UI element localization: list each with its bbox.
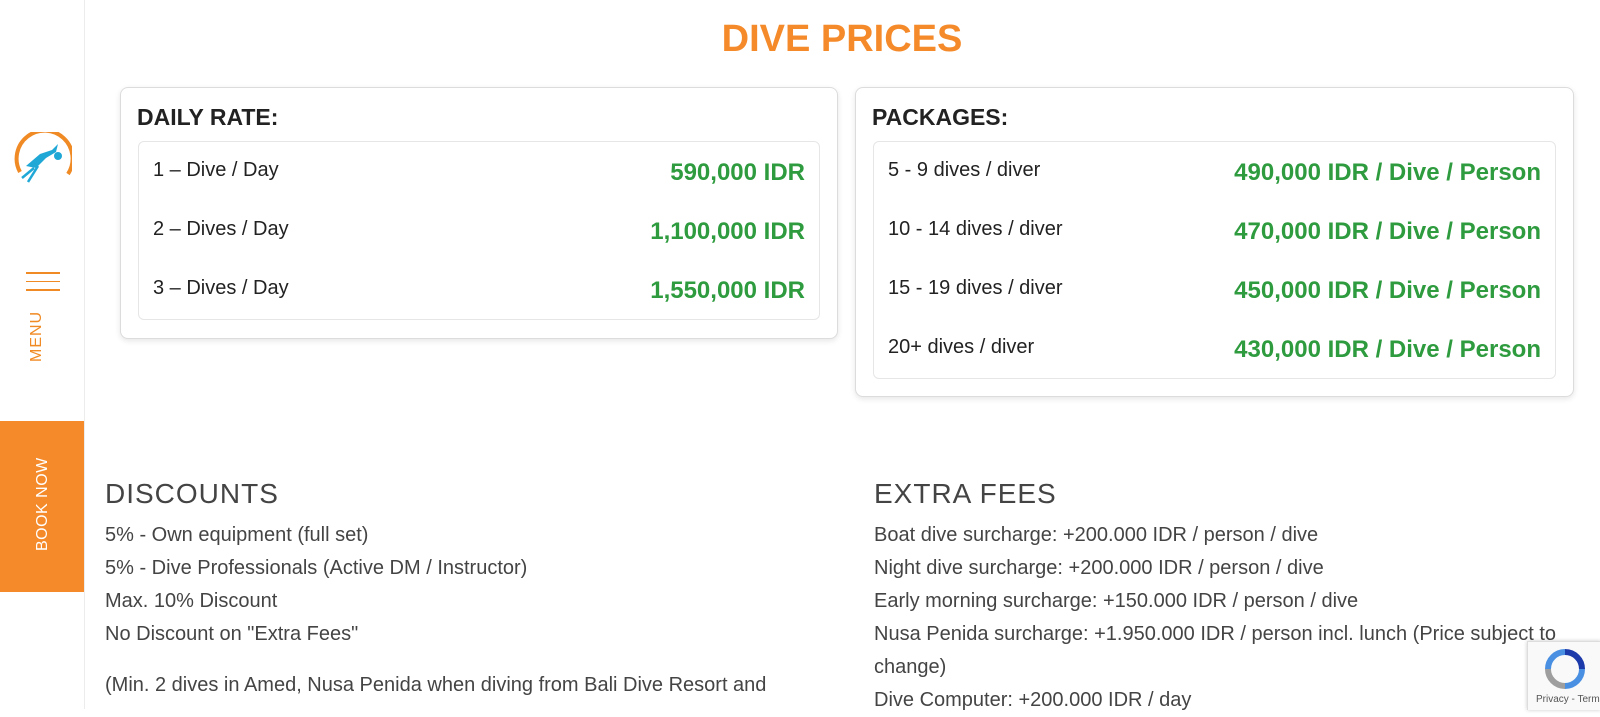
book-now-button[interactable]: BOOK NOW <box>0 421 84 592</box>
row-price: 450,000 IDR / Dive / Person <box>1234 277 1541 304</box>
list-item: Nusa Penida surcharge: +1.950.000 IDR / … <box>874 623 1557 678</box>
row-label: 1 – Dive / Day <box>153 159 279 181</box>
row-label: 15 - 19 dives / diver <box>888 277 1063 299</box>
daily-rate-table: 1 – Dive / Day 590,000 IDR 2 – Dives / D… <box>138 141 820 320</box>
row-label: 2 – Dives / Day <box>153 218 289 240</box>
list-item: 5% - Own equipment (full set) <box>105 524 369 546</box>
price-row: 5 - 9 dives / diver 490,000 IDR / Dive /… <box>874 142 1555 201</box>
discounts-heading: DISCOUNTS <box>105 478 279 509</box>
sidebar: MENU BOOK NOW <box>0 0 85 709</box>
recaptcha-icon <box>1545 649 1585 689</box>
daily-rate-card: DAILY RATE: 1 – Dive / Day 590,000 IDR 2… <box>120 87 838 339</box>
list-item: Night dive surcharge: +200.000 IDR / per… <box>874 557 1324 579</box>
price-row: 3 – Dives / Day 1,550,000 IDR <box>139 260 819 319</box>
row-price: 590,000 IDR <box>670 159 805 186</box>
discounts-list: 5% - Own equipment (full set) 5% - Dive … <box>105 519 825 651</box>
row-price: 1,550,000 IDR <box>650 277 805 304</box>
row-label: 3 – Dives / Day <box>153 277 289 299</box>
list-item: Max. 10% Discount <box>105 590 278 612</box>
book-now-label: BOOK NOW <box>34 457 51 551</box>
packages-table: 5 - 9 dives / diver 490,000 IDR / Dive /… <box>873 141 1556 379</box>
row-price: 1,100,000 IDR <box>650 218 805 245</box>
list-item: Boat dive surcharge: +200.000 IDR / pers… <box>874 524 1319 546</box>
daily-rate-heading: DAILY RATE: <box>137 104 279 130</box>
row-price: 430,000 IDR / Dive / Person <box>1234 336 1541 363</box>
extra-fees-list: Boat dive surcharge: +200.000 IDR / pers… <box>874 519 1586 717</box>
page-title: DIVE PRICES <box>721 18 963 60</box>
list-item: Early morning surcharge: +150.000 IDR / … <box>874 590 1359 612</box>
row-price: 470,000 IDR / Dive / Person <box>1234 218 1541 245</box>
packages-card: PACKAGES: 5 - 9 dives / diver 490,000 ID… <box>855 87 1574 397</box>
discounts-note: (Min. 2 dives in Amed, Nusa Penida when … <box>105 674 767 696</box>
row-label: 10 - 14 dives / diver <box>888 218 1063 240</box>
packages-heading: PACKAGES: <box>872 104 1009 130</box>
row-price: 490,000 IDR / Dive / Person <box>1234 159 1541 186</box>
hamburger-menu-icon[interactable] <box>26 272 60 298</box>
price-row: 15 - 19 dives / diver 450,000 IDR / Dive… <box>874 260 1555 319</box>
list-item: Dive Computer: +200.000 IDR / day <box>874 689 1192 711</box>
extra-fees-heading: EXTRA FEES <box>874 478 1057 509</box>
menu-label[interactable]: MENU <box>28 311 46 362</box>
list-item: 5% - Dive Professionals (Active DM / Ins… <box>105 557 528 579</box>
recaptcha-links[interactable]: Privacy - Terms <box>1536 694 1600 705</box>
price-row: 10 - 14 dives / diver 470,000 IDR / Dive… <box>874 201 1555 260</box>
price-row: 20+ dives / diver 430,000 IDR / Dive / P… <box>874 319 1555 378</box>
row-label: 20+ dives / diver <box>888 336 1035 358</box>
price-row: 1 – Dive / Day 590,000 IDR <box>139 142 819 201</box>
list-item: No Discount on "Extra Fees" <box>105 623 359 645</box>
recaptcha-badge[interactable]: Privacy - Terms <box>1527 641 1600 710</box>
price-row: 2 – Dives / Day 1,100,000 IDR <box>139 201 819 260</box>
row-label: 5 - 9 dives / diver <box>888 159 1041 181</box>
dive-logo[interactable] <box>12 128 75 188</box>
